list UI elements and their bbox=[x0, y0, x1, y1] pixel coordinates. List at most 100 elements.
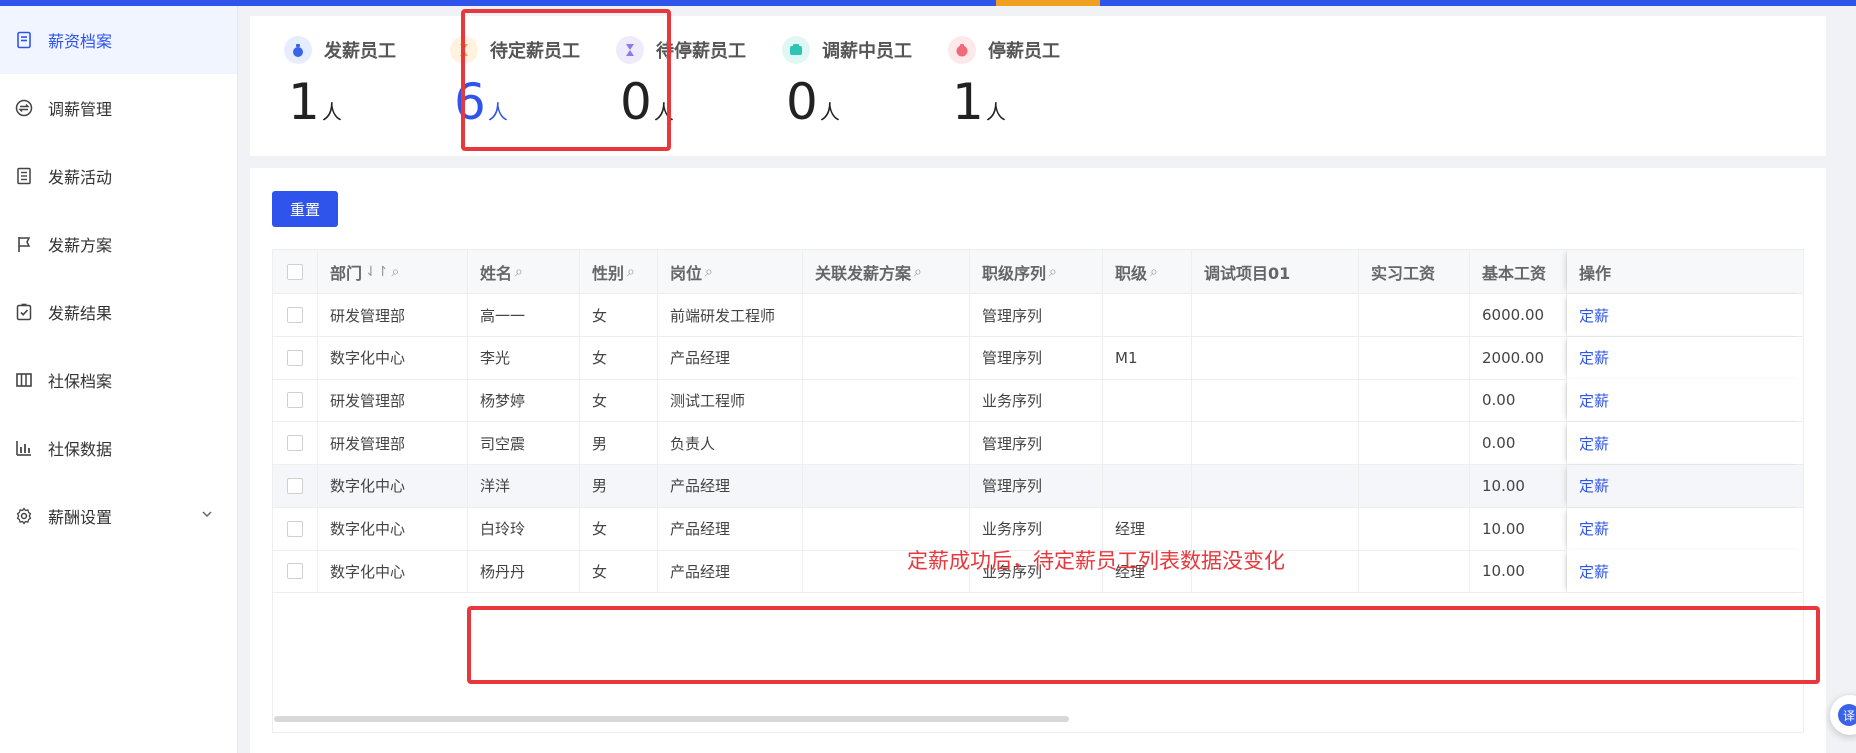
annotation-highlight-row bbox=[467, 606, 1820, 684]
cell-seq: 管理序列 bbox=[970, 294, 1103, 336]
cell-post: 负责人 bbox=[658, 422, 803, 465]
cell-gender: 男 bbox=[580, 464, 658, 507]
cell-intern bbox=[1359, 294, 1470, 336]
cell-dept: 数字化中心 bbox=[318, 336, 468, 379]
col-name[interactable]: 姓名 ⌕ bbox=[468, 250, 580, 293]
search-icon[interactable]: ⌕ bbox=[1049, 264, 1057, 280]
cell-scheme bbox=[803, 507, 970, 550]
set-salary-link[interactable]: 定薪 bbox=[1579, 518, 1609, 539]
cell-seq: 管理序列 bbox=[970, 464, 1103, 507]
search-icon[interactable]: ⌕ bbox=[515, 264, 523, 280]
set-salary-link[interactable]: 定薪 bbox=[1579, 390, 1609, 411]
chevron-down-icon[interactable] bbox=[199, 506, 215, 522]
row-checkbox[interactable] bbox=[287, 520, 303, 537]
cell-intern bbox=[1359, 422, 1470, 465]
cell-gender: 女 bbox=[580, 550, 658, 593]
set-salary-link[interactable]: 定薪 bbox=[1579, 347, 1609, 368]
search-icon[interactable]: ⌕ bbox=[1150, 264, 1158, 280]
cell-post: 前端研发工程师 bbox=[658, 294, 803, 336]
stat-unit: 人 bbox=[819, 100, 840, 124]
col-scheme[interactable]: 关联发薪方案 ⌕ bbox=[803, 250, 970, 293]
cell-intern bbox=[1359, 336, 1470, 379]
search-icon[interactable]: ⌕ bbox=[914, 264, 922, 280]
column-label: 岗位 bbox=[670, 263, 703, 283]
stop-icon bbox=[948, 36, 976, 64]
stat-number: 1 bbox=[952, 73, 984, 131]
sidebar-item-label: 社保数据 bbox=[48, 440, 113, 459]
search-icon[interactable]: ⌕ bbox=[705, 264, 713, 280]
sidebar: 薪资档案 调薪管理 发薪活动 发薪方案 发薪结果 社保档案 社保数据 薪酬设置 bbox=[0, 6, 238, 753]
set-salary-link[interactable]: 定薪 bbox=[1579, 475, 1609, 496]
cell-post: 产品经理 bbox=[658, 507, 803, 550]
list-icon bbox=[14, 166, 34, 186]
sidebar-item-salary-archive[interactable]: 薪资档案 bbox=[0, 6, 237, 74]
translate-button[interactable]: 译 bbox=[1830, 695, 1856, 735]
sidebar-item-pay-scheme[interactable]: 发薪方案 bbox=[0, 210, 237, 278]
sidebar-item-social-data[interactable]: 社保数据 bbox=[0, 414, 237, 482]
cell-debug bbox=[1192, 464, 1359, 507]
row-checkbox[interactable] bbox=[287, 477, 303, 494]
row-checkbox[interactable] bbox=[287, 392, 303, 409]
sidebar-item-pay-activity[interactable]: 发薪活动 bbox=[0, 142, 237, 210]
set-salary-link[interactable]: 定薪 bbox=[1579, 305, 1609, 326]
cell-level: M1 bbox=[1103, 336, 1192, 379]
cell-gender: 女 bbox=[580, 507, 658, 550]
set-salary-link[interactable]: 定薪 bbox=[1579, 561, 1609, 582]
set-salary-link[interactable]: 定薪 bbox=[1579, 433, 1609, 454]
cell-scheme bbox=[803, 464, 970, 507]
col-action: 操作 bbox=[1567, 250, 1803, 293]
search-icon[interactable]: ⌕ bbox=[391, 264, 399, 280]
reset-button[interactable]: 重置 bbox=[272, 191, 338, 227]
col-post[interactable]: 岗位 ⌕ bbox=[658, 250, 803, 293]
top-accent-segment bbox=[996, 0, 1100, 6]
column-label: 基本工资 bbox=[1482, 263, 1547, 283]
cell-level bbox=[1103, 379, 1192, 422]
cell-post: 测试工程师 bbox=[658, 379, 803, 422]
stat-unit: 人 bbox=[985, 100, 1006, 124]
sidebar-item-salary-adjust[interactable]: 调薪管理 bbox=[0, 74, 237, 142]
cell-scheme bbox=[803, 422, 970, 465]
col-level[interactable]: 职级 ⌕ bbox=[1103, 250, 1192, 293]
column-label: 实习工资 bbox=[1371, 263, 1436, 283]
col-dept[interactable]: 部门 ⇃↾ ⌕ bbox=[318, 250, 468, 293]
row-checkbox[interactable] bbox=[287, 435, 303, 452]
row-checkbox[interactable] bbox=[287, 307, 303, 323]
cell-gender: 女 bbox=[580, 294, 658, 336]
cell-gender: 女 bbox=[580, 379, 658, 422]
cell-base: 10.00 bbox=[1470, 464, 1567, 507]
sidebar-item-salary-settings[interactable]: 薪酬设置 bbox=[0, 482, 237, 550]
cell-seq: 管理序列 bbox=[970, 336, 1103, 379]
cell-name: 司空震 bbox=[468, 422, 580, 465]
adjust-icon bbox=[782, 36, 810, 64]
col-debug: 调试项目01 bbox=[1192, 250, 1359, 293]
row-checkbox[interactable] bbox=[287, 349, 303, 366]
cell-debug bbox=[1192, 379, 1359, 422]
cell-base: 2000.00 bbox=[1470, 336, 1567, 379]
cell-seq: 管理序列 bbox=[970, 422, 1103, 465]
flag-icon bbox=[14, 234, 34, 254]
col-level-seq[interactable]: 职级序列 ⌕ bbox=[970, 250, 1103, 293]
column-label: 操作 bbox=[1579, 263, 1612, 283]
cell-base: 6000.00 bbox=[1470, 294, 1567, 336]
action-cell: 定薪 bbox=[1567, 379, 1803, 422]
sidebar-item-label: 社保档案 bbox=[48, 372, 113, 391]
cell-dept: 研发管理部 bbox=[318, 294, 468, 336]
row-select-cell bbox=[273, 464, 318, 507]
row-checkbox[interactable] bbox=[287, 563, 303, 580]
action-cell: 定薪 bbox=[1567, 294, 1803, 336]
money-bag-icon bbox=[284, 36, 312, 64]
search-icon[interactable]: ⌕ bbox=[627, 264, 635, 280]
sidebar-item-label: 发薪结果 bbox=[48, 304, 113, 323]
table-row: 研发管理部 司空震男负责人 管理序列 0.00 定薪 bbox=[273, 422, 1803, 466]
sidebar-item-social-archive[interactable]: 社保档案 bbox=[0, 346, 237, 414]
sidebar-item-pay-result[interactable]: 发薪结果 bbox=[0, 278, 237, 346]
col-gender[interactable]: 性别 ⌕ bbox=[580, 250, 658, 293]
action-cell: 定薪 bbox=[1567, 422, 1803, 465]
translate-icon: 译 bbox=[1838, 704, 1856, 726]
sort-icon[interactable]: ⇃↾ bbox=[365, 264, 388, 280]
cell-intern bbox=[1359, 379, 1470, 422]
cell-level: 经理 bbox=[1103, 507, 1192, 550]
select-all-checkbox[interactable] bbox=[287, 263, 303, 280]
horizontal-scrollbar[interactable] bbox=[274, 716, 1069, 722]
annotation-text: 定薪成功后，待定薪员工列表数据没变化 bbox=[907, 549, 1285, 573]
